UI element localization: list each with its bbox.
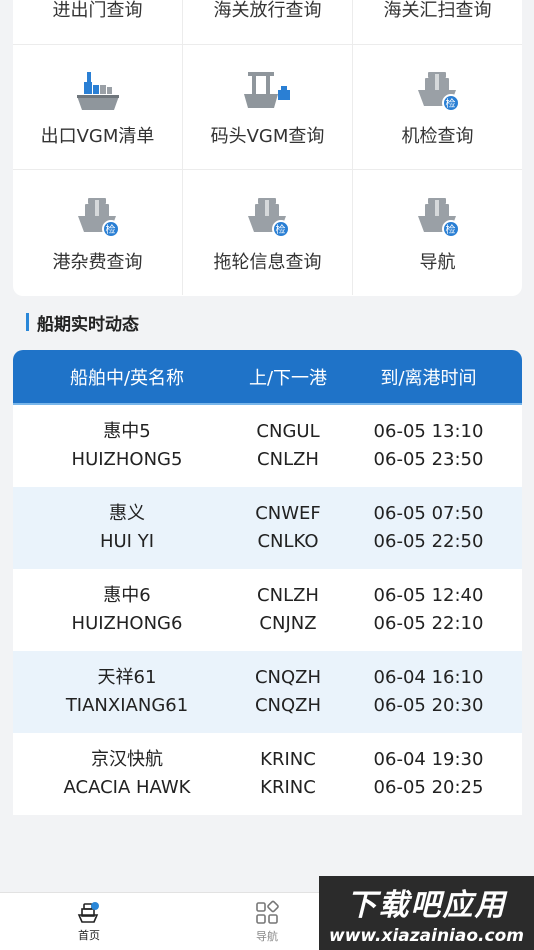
grid-row: 进出门查询 海关放行查询 海关汇扫查询 (13, 0, 522, 45)
grid-item-label: 海关汇扫查询 (383, 0, 492, 21)
previous-port: CNLZH (257, 585, 319, 606)
previous-port: CNQZH (254, 667, 322, 688)
table-row[interactable]: 惠中5 HUIZHONG5 CNGUL CNLZH 06-05 13:10 06… (13, 405, 522, 487)
next-port: CNLZH (257, 449, 319, 470)
ship-name-en: HUIZHONG6 (71, 613, 183, 634)
watermark-title: 下载吧应用 (346, 888, 507, 923)
ship-name-en: HUIZHONG5 (71, 449, 183, 470)
grid-item-terminal-vgm[interactable]: 码头VGM查询 (183, 45, 353, 169)
departure-time: 06-05 20:30 (373, 695, 484, 716)
service-grid: 进出门查询 海关放行查询 海关汇扫查询 出口VGM清单 码头VGM查询 检 机检… (13, 0, 522, 296)
port-cell: KRINC KRINC (241, 746, 335, 802)
ship-inspect-icon: 检 (70, 192, 126, 238)
grid-item-label: 机检查询 (401, 126, 474, 147)
ship-inspect-icon: 检 (240, 192, 296, 238)
arrival-time: 06-05 13:10 (373, 421, 484, 442)
grid-row: 出口VGM清单 码头VGM查询 检 机检查询 (13, 45, 522, 170)
ship-inspect-icon: 检 (410, 66, 466, 112)
port-cell: CNLZH CNJNZ (241, 582, 335, 638)
column-header: 上/下一港 (248, 367, 328, 389)
ship-name-en: ACACIA HAWK (63, 777, 191, 798)
time-cell: 06-04 16:10 06-05 20:30 (335, 664, 522, 720)
column-header: 到/离港时间 (380, 367, 477, 389)
table-row[interactable]: 天祥61 TIANXIANG61 CNQZH CNQZH 06-04 16:10… (13, 651, 522, 733)
table-row[interactable]: 惠义 HUI YI CNWEF CNLKO 06-05 07:50 06-05 … (13, 487, 522, 569)
ship-inspect-icon: 检 (410, 192, 466, 238)
tab-label: 导航 (256, 929, 278, 943)
column-header: 船舶中/英名称 (69, 367, 185, 389)
inspect-badge: 检 (271, 219, 290, 238)
ship-name-en: TIANXIANG61 (65, 695, 189, 716)
departure-time: 06-05 22:50 (373, 531, 484, 552)
ship-name-cell: 天祥61 TIANXIANG61 (13, 664, 241, 720)
time-cell: 06-05 07:50 06-05 22:50 (335, 500, 522, 556)
grid-apps-icon (256, 900, 279, 924)
grid-item-export-vgm[interactable]: 出口VGM清单 (13, 45, 183, 169)
port-cell: CNQZH CNQZH (241, 664, 335, 720)
departure-time: 06-05 22:10 (373, 613, 484, 634)
previous-port: KRINC (260, 749, 316, 770)
ship-name-cell: 惠中6 HUIZHONG6 (13, 582, 241, 638)
grid-item-label: 拖轮信息查询 (213, 251, 322, 273)
grid-item-tugboat-info[interactable]: 检 拖轮信息查询 (183, 170, 353, 295)
port-cell: CNGUL CNLZH (241, 418, 335, 474)
section-heading: 船期实时动态 (26, 312, 139, 335)
previous-port: CNWEF (255, 503, 321, 524)
table-row[interactable]: 京汉快航 ACACIA HAWK KRINC KRINC 06-04 19:30… (13, 733, 522, 815)
container-ship-icon (70, 66, 126, 112)
grid-item-label: 进出门查询 (52, 0, 143, 21)
arrival-time: 06-05 07:50 (373, 503, 484, 524)
table-header: 船舶中/英名称 上/下一港 到/离港时间 (13, 350, 522, 405)
arrival-time: 06-05 12:40 (373, 585, 484, 606)
ship-name-cn: 惠义 (109, 503, 145, 524)
tab-label: 首页 (78, 928, 100, 942)
ship-name-cn: 天祥61 (97, 667, 157, 688)
ship-name-cn: 惠中6 (103, 585, 151, 606)
departure-time: 06-05 23:50 (373, 449, 484, 470)
ship-name-en: HUI YI (99, 531, 155, 552)
arrival-time: 06-04 19:30 (373, 749, 484, 770)
grid-item-machine-inspect[interactable]: 检 机检查询 (353, 45, 522, 169)
grid-item-label: 港杂费查询 (52, 251, 143, 273)
departure-time: 06-05 20:25 (373, 777, 484, 798)
time-cell: 06-05 12:40 06-05 22:10 (335, 582, 522, 638)
next-port: CNQZH (254, 695, 322, 716)
ship-home-icon (77, 901, 99, 923)
watermark-logo: 下载吧应用 www.xiazainiao.com (319, 876, 534, 950)
watermark-url: www.xiazainiao.com (329, 926, 524, 946)
ship-schedule-table: 船舶中/英名称 上/下一港 到/离港时间 惠中5 HUIZHONG5 CNGUL… (13, 350, 522, 815)
port-cell: CNWEF CNLKO (241, 500, 335, 556)
inspect-badge: 检 (441, 219, 460, 238)
tab-home[interactable]: 首页 (0, 893, 178, 950)
grid-item-label: 海关放行查询 (213, 0, 322, 21)
ship-name-cell: 京汉快航 ACACIA HAWK (13, 746, 241, 802)
grid-item-label: 出口VGM清单 (40, 126, 155, 147)
grid-item-port-fees[interactable]: 检 港杂费查询 (13, 170, 183, 295)
next-port: CNLKO (257, 531, 319, 552)
arrival-time: 06-04 16:10 (373, 667, 484, 688)
grid-row: 检 港杂费查询 检 拖轮信息查询 检 导航 (13, 170, 522, 295)
time-cell: 06-04 19:30 06-05 20:25 (335, 746, 522, 802)
next-port: CNJNZ (259, 613, 317, 634)
grid-item-navigation[interactable]: 检 导航 (353, 170, 522, 295)
grid-item-label: 码头VGM查询 (210, 126, 325, 147)
grid-item-label: 导航 (419, 251, 456, 273)
inspect-badge: 检 (441, 94, 460, 112)
inspect-badge: 检 (101, 219, 120, 238)
time-cell: 06-05 13:10 06-05 23:50 (335, 418, 522, 474)
previous-port: CNGUL (256, 421, 320, 442)
ship-name-cell: 惠中5 HUIZHONG5 (13, 418, 241, 474)
ship-name-cell: 惠义 HUI YI (13, 500, 241, 556)
ship-name-cn: 京汉快航 (91, 749, 163, 770)
grid-item-gate-query[interactable]: 进出门查询 (13, 0, 183, 44)
grid-item-customs-release[interactable]: 海关放行查询 (183, 0, 353, 44)
section-accent-bar (26, 313, 29, 331)
grid-item-customs-scan[interactable]: 海关汇扫查询 (353, 0, 522, 44)
table-row[interactable]: 惠中6 HUIZHONG6 CNLZH CNJNZ 06-05 12:40 06… (13, 569, 522, 651)
ship-name-cn: 惠中5 (103, 421, 151, 442)
next-port: KRINC (260, 777, 316, 798)
ship-crane-icon (240, 66, 296, 112)
section-title: 船期实时动态 (37, 314, 139, 335)
